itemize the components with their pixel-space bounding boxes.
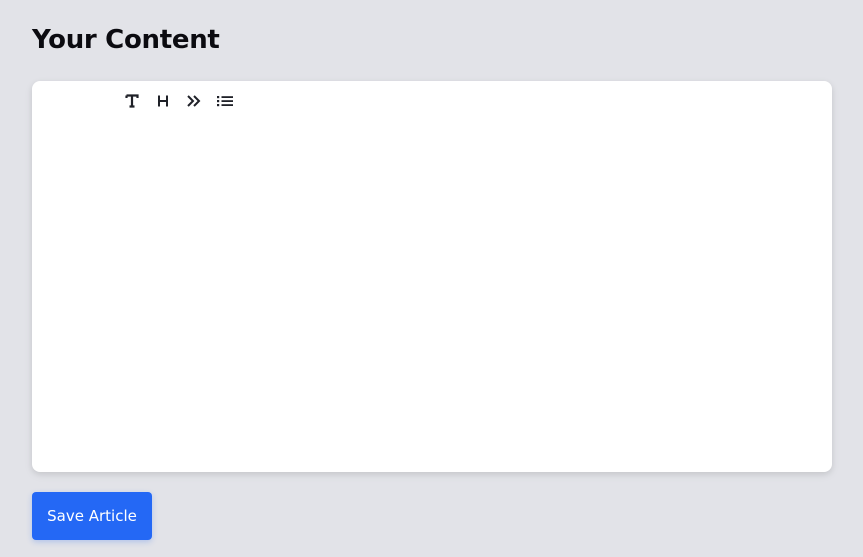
editor-text-area[interactable] [32, 115, 832, 472]
quote-button[interactable] [178, 90, 209, 112]
heading-button[interactable] [147, 90, 178, 112]
page-title: Your Content [32, 25, 220, 55]
list-button[interactable] [209, 90, 240, 112]
text-button[interactable] [116, 90, 147, 112]
list-icon [216, 94, 234, 108]
editor-toolbar [116, 90, 240, 112]
text-icon [124, 94, 139, 108]
content-editor [32, 81, 832, 472]
quote-icon [186, 94, 202, 108]
heading-icon [157, 94, 169, 108]
save-article-button[interactable]: Save Article [32, 492, 152, 540]
page: Your Content Save Article [0, 0, 863, 557]
